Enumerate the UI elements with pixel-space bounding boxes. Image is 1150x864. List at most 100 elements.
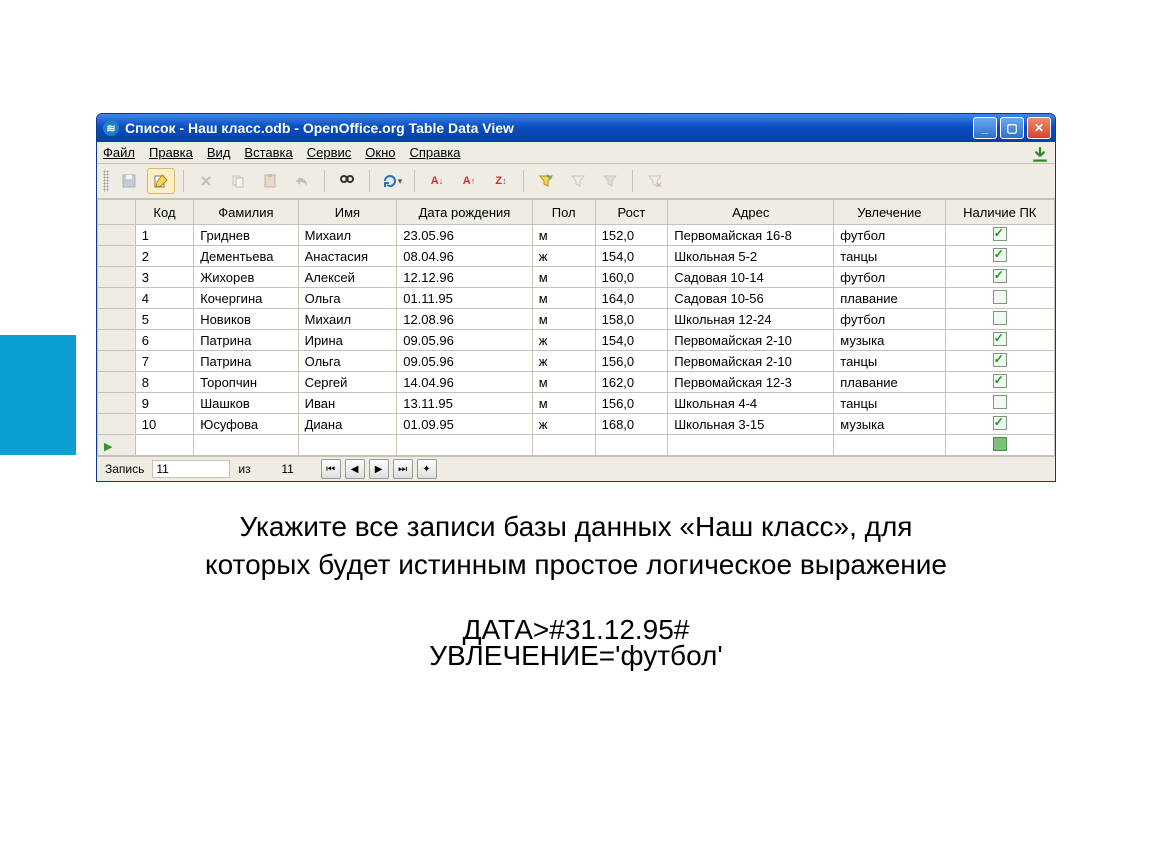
cell-id[interactable]: 5 bbox=[135, 309, 193, 330]
sort-desc-icon[interactable]: A↑ bbox=[455, 168, 483, 194]
cell-id[interactable]: 4 bbox=[135, 288, 193, 309]
cell-sex[interactable]: м bbox=[532, 267, 595, 288]
row-selector[interactable] bbox=[98, 267, 136, 288]
cell-surname[interactable]: Торопчин bbox=[194, 372, 298, 393]
refresh-icon[interactable]: ▾ bbox=[378, 168, 406, 194]
pc-checkbox[interactable] bbox=[993, 227, 1007, 241]
cell-sex[interactable]: м bbox=[532, 225, 595, 246]
cell-surname[interactable]: Дементьева bbox=[194, 246, 298, 267]
cell-name[interactable]: Ольга bbox=[298, 288, 397, 309]
pc-checkbox[interactable] bbox=[993, 290, 1007, 304]
nav-new-button[interactable]: ✦ bbox=[417, 459, 437, 479]
table-row[interactable]: 6ПатринаИрина09.05.96ж154,0Первомайская … bbox=[98, 330, 1055, 351]
cell-height[interactable]: 154,0 bbox=[595, 246, 668, 267]
row-selector[interactable] bbox=[98, 288, 136, 309]
pc-checkbox[interactable] bbox=[993, 416, 1007, 430]
menu-edit[interactable]: Правка bbox=[149, 145, 193, 160]
table-row[interactable]: 9ШашковИван13.11.95м156,0Школьная 4-4тан… bbox=[98, 393, 1055, 414]
cell-height[interactable]: 160,0 bbox=[595, 267, 668, 288]
cell-pc[interactable] bbox=[945, 393, 1054, 414]
edit-toggle-icon[interactable] bbox=[147, 168, 175, 194]
cell-hobby[interactable]: футбол bbox=[834, 225, 945, 246]
table-row[interactable]: 10ЮсуфоваДиана01.09.95ж168,0Школьная 3-1… bbox=[98, 414, 1055, 435]
menu-view[interactable]: Вид bbox=[207, 145, 231, 160]
close-button[interactable]: ✕ bbox=[1027, 117, 1051, 139]
cell-address[interactable]: Школьная 5-2 bbox=[668, 246, 834, 267]
cell-address[interactable]: Первомайская 16-8 bbox=[668, 225, 834, 246]
pc-checkbox[interactable] bbox=[993, 311, 1007, 325]
menu-file[interactable]: Файл bbox=[103, 145, 135, 160]
row-selector-new[interactable]: ▶ bbox=[98, 435, 136, 456]
table-row[interactable]: 1ГридневМихаил23.05.96м152,0Первомайская… bbox=[98, 225, 1055, 246]
cell-address[interactable]: Школьная 3-15 bbox=[668, 414, 834, 435]
cell-id[interactable]: 2 bbox=[135, 246, 193, 267]
cell-address[interactable]: Первомайская 2-10 bbox=[668, 351, 834, 372]
cell-surname[interactable]: Жихорев bbox=[194, 267, 298, 288]
cell-hobby[interactable]: музыка bbox=[834, 330, 945, 351]
cell-sex[interactable] bbox=[532, 435, 595, 456]
cell-dob[interactable]: 01.09.95 bbox=[397, 414, 533, 435]
cell-dob[interactable]: 14.04.96 bbox=[397, 372, 533, 393]
col-pc[interactable]: Наличие ПК bbox=[945, 200, 1054, 225]
cell-hobby[interactable]: футбол bbox=[834, 267, 945, 288]
cell-dob[interactable]: 23.05.96 bbox=[397, 225, 533, 246]
cell-id[interactable]: 8 bbox=[135, 372, 193, 393]
cell-address[interactable]: Школьная 12-24 bbox=[668, 309, 834, 330]
table-row[interactable]: 5НовиковМихаил12.08.96м158,0Школьная 12-… bbox=[98, 309, 1055, 330]
cell-name[interactable]: Алексей bbox=[298, 267, 397, 288]
row-selector[interactable] bbox=[98, 351, 136, 372]
cell-dob[interactable]: 08.04.96 bbox=[397, 246, 533, 267]
cell-pc[interactable] bbox=[945, 309, 1054, 330]
pc-checkbox[interactable] bbox=[993, 395, 1007, 409]
cell-dob[interactable]: 01.11.95 bbox=[397, 288, 533, 309]
pc-checkbox[interactable] bbox=[993, 332, 1007, 346]
cell-address[interactable]: Садовая 10-56 bbox=[668, 288, 834, 309]
row-selector[interactable] bbox=[98, 246, 136, 267]
download-icon[interactable] bbox=[1031, 146, 1049, 160]
maximize-button[interactable]: ▢ bbox=[1000, 117, 1024, 139]
cell-name[interactable]: Анастасия bbox=[298, 246, 397, 267]
cell-pc[interactable] bbox=[945, 372, 1054, 393]
sort-asc-icon[interactable]: A↓ bbox=[423, 168, 451, 194]
pc-checkbox[interactable] bbox=[993, 353, 1007, 367]
pc-checkbox[interactable] bbox=[993, 374, 1007, 388]
cell-name[interactable]: Диана bbox=[298, 414, 397, 435]
cell-name[interactable]: Ольга bbox=[298, 351, 397, 372]
cell-id[interactable]: 10 bbox=[135, 414, 193, 435]
row-selector[interactable] bbox=[98, 309, 136, 330]
cell-dob[interactable]: 09.05.96 bbox=[397, 330, 533, 351]
data-table[interactable]: Код Фамилия Имя Дата рождения Пол Рост А… bbox=[97, 199, 1055, 456]
cell-sex[interactable]: ж bbox=[532, 351, 595, 372]
cell-id[interactable]: 3 bbox=[135, 267, 193, 288]
cell-height[interactable]: 152,0 bbox=[595, 225, 668, 246]
cell-dob[interactable] bbox=[397, 435, 533, 456]
menu-service[interactable]: Сервис bbox=[307, 145, 352, 160]
menu-window[interactable]: Окно bbox=[365, 145, 395, 160]
table-row[interactable]: 8ТоропчинСергей14.04.96м162,0Первомайска… bbox=[98, 372, 1055, 393]
col-height[interactable]: Рост bbox=[595, 200, 668, 225]
col-dob[interactable]: Дата рождения bbox=[397, 200, 533, 225]
cell-sex[interactable]: м bbox=[532, 393, 595, 414]
cell-hobby[interactable]: футбол bbox=[834, 309, 945, 330]
new-record-row[interactable]: ▶ bbox=[98, 435, 1055, 456]
col-id[interactable]: Код bbox=[135, 200, 193, 225]
cell-dob[interactable]: 09.05.96 bbox=[397, 351, 533, 372]
cell-hobby[interactable]: плавание bbox=[834, 288, 945, 309]
pc-checkbox[interactable] bbox=[993, 269, 1007, 283]
col-name[interactable]: Имя bbox=[298, 200, 397, 225]
cell-id[interactable]: 9 bbox=[135, 393, 193, 414]
cell-hobby[interactable]: плавание bbox=[834, 372, 945, 393]
cell-height[interactable]: 168,0 bbox=[595, 414, 668, 435]
cell-hobby[interactable] bbox=[834, 435, 945, 456]
cell-id[interactable] bbox=[135, 435, 193, 456]
cell-name[interactable]: Иван bbox=[298, 393, 397, 414]
cell-address[interactable] bbox=[668, 435, 834, 456]
cell-hobby[interactable]: танцы bbox=[834, 393, 945, 414]
row-selector[interactable] bbox=[98, 330, 136, 351]
table-row[interactable]: 7ПатринаОльга09.05.96ж156,0Первомайская … bbox=[98, 351, 1055, 372]
cell-sex[interactable]: м bbox=[532, 309, 595, 330]
col-address[interactable]: Адрес bbox=[668, 200, 834, 225]
cell-hobby[interactable]: танцы bbox=[834, 351, 945, 372]
cell-sex[interactable]: м bbox=[532, 288, 595, 309]
minimize-button[interactable]: _ bbox=[973, 117, 997, 139]
